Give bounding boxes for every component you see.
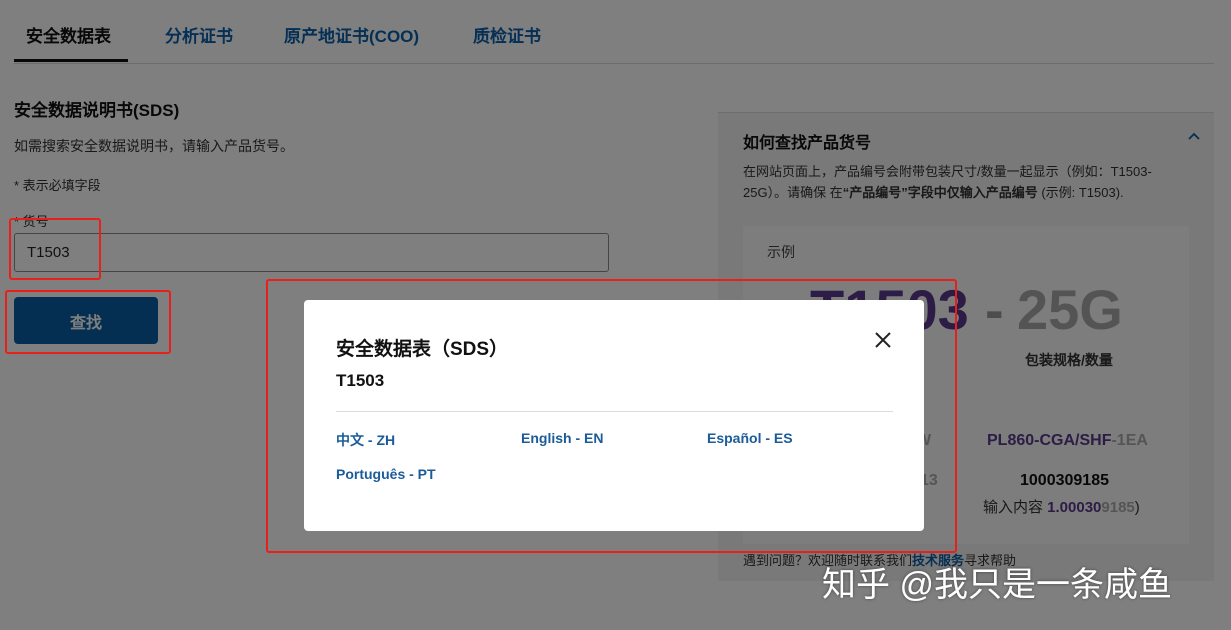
annotation-box-modal	[266, 279, 957, 553]
annotation-box-field	[9, 218, 101, 280]
annotation-box-button	[5, 290, 171, 354]
watermark-text: 知乎 @我只是一条咸鱼	[822, 566, 1172, 604]
